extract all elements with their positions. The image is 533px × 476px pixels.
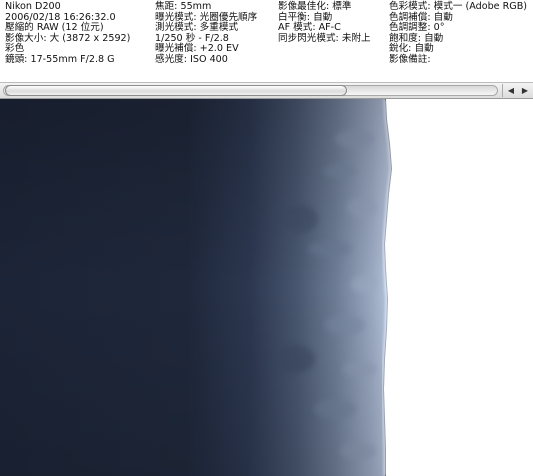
exif-info-panel: Nikon D200 2006/02/18 16:26:32.0 壓縮的 RAW…: [0, 0, 533, 82]
focal-length: 焦距: 55mm: [155, 1, 212, 12]
exif-column-exposure: 焦距: 55mm 曝光模式: 光圈優先順序 測光模式: 多重模式 1/250 秒…: [155, 1, 257, 66]
lens: 鏡頭: 17-55mm F/2.8 G: [5, 53, 115, 65]
scrollbar-thumb[interactable]: [5, 85, 347, 96]
exif-column-settings: 影像最佳化: 標準 白平衡: 自動 AF 模式: AF-C 同步閃光模式: 未附…: [278, 1, 371, 44]
photo-image: [0, 99, 533, 476]
exif-column-camera: Nikon D200 2006/02/18 16:26:32.0 壓縮的 RAW…: [5, 1, 130, 66]
photo-bright-background: [384, 99, 533, 476]
iso-sensitivity: 感光度: ISO 400: [155, 53, 228, 65]
exif-column-color: 色彩模式: 模式一 (Adobe RGB) 色調補償: 自動 色調調整: 0° …: [389, 1, 528, 66]
color-space-mode: 色彩模式: 模式一 (Adobe RGB): [389, 1, 528, 12]
image-optimization: 影像最佳化: 標準: [278, 1, 352, 12]
scroll-right-arrow-icon[interactable]: ▶: [517, 84, 533, 97]
flash-sync-mode: 同步閃光模式: 未附上: [278, 32, 371, 44]
photo-preview: [0, 99, 533, 476]
camera-model: Nikon D200: [5, 1, 61, 12]
horizontal-scrollbar[interactable]: ◀ ▶: [0, 82, 533, 99]
image-comment: 影像備註:: [389, 53, 431, 65]
